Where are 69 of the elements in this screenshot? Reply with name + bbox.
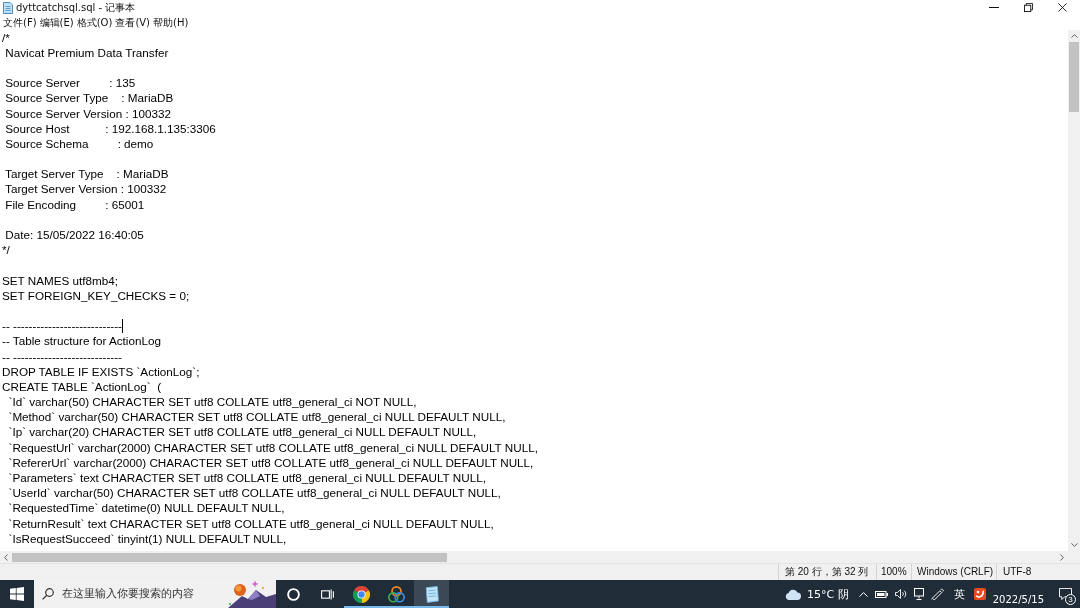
scrollbar-thumb[interactable] xyxy=(1069,42,1079,112)
minimize-icon xyxy=(989,7,999,8)
search-field[interactable]: 在这里输入你要搜索的内容 xyxy=(34,580,276,608)
rings-icon xyxy=(388,585,405,603)
menu-item[interactable]: 文件(F) xyxy=(2,16,38,29)
text-line: `ReturnResult` text CHARACTER SET utf8 COLLATE utf8_general_ci NULL DEFAULT NULL, xyxy=(7,516,494,531)
text-line: CREATE TABLE `ActionLog` ( xyxy=(2,379,162,394)
pen-icon[interactable] xyxy=(930,588,944,600)
text-line: `UserId` varchar(50) CHARACTER SET utf8 COLLATE utf8_general_ci NULL DEFAULT NULL, xyxy=(7,486,501,501)
date-button[interactable]: 2022/5/15 xyxy=(992,593,1044,606)
chevron-left-icon[interactable] xyxy=(4,553,8,561)
menu-item[interactable]: 编辑(E) xyxy=(38,16,75,29)
text-line: File Encoding : 65001 xyxy=(4,197,145,212)
text-line: Target Server Type : MariaDB xyxy=(4,167,169,182)
menu-item[interactable]: 帮助(H) xyxy=(152,16,190,29)
restore-icon xyxy=(1023,3,1033,12)
menu-item[interactable]: 查看(V) xyxy=(114,16,152,29)
vertical-scrollbar[interactable] xyxy=(1068,30,1080,551)
text-line: `RequestedTime` datetime(0) NULL DEFAULT NULL, xyxy=(7,501,285,516)
text-line: -- Table structure for ActionLog xyxy=(2,334,161,349)
text-line: -- ---------------------------- xyxy=(2,319,122,334)
search-placeholder: 在这里输入你要搜索的内容 xyxy=(62,587,194,601)
monitor-icon[interactable] xyxy=(913,588,924,600)
text-line: Source Server Type : MariaDB xyxy=(4,91,174,106)
scrollbar-thumb[interactable] xyxy=(12,552,447,562)
text-line: SET FOREIGN_KEY_CHECKS = 0; xyxy=(2,288,190,303)
cloud-icon xyxy=(785,588,802,600)
panes-icon xyxy=(320,588,334,600)
text-line: DROP TABLE IF EXISTS `ActionLog`; xyxy=(2,364,200,379)
input-language-button[interactable]: 英 xyxy=(953,586,965,602)
speech-bubble-icon xyxy=(1058,588,1072,600)
notepad-icon xyxy=(3,1,13,14)
window-title: dyttcatchsql.sql - 记事本 xyxy=(16,1,136,14)
text-line: `Ip` varchar(20) CHARACTER SET utf8 COLLATE utf8_general_ci NULL DEFAULT NULL, xyxy=(7,425,477,440)
chevron-down-icon[interactable] xyxy=(1070,543,1078,547)
taskbar-app-button[interactable] xyxy=(414,580,449,608)
four-panes-icon xyxy=(10,587,24,601)
text-line: Source Server : 135 xyxy=(4,76,136,91)
ring-icon xyxy=(286,587,300,601)
text-line: Navicat Premium Data Transfer xyxy=(4,45,169,60)
search-icon xyxy=(42,588,54,600)
text-line: -- ---------------------------- xyxy=(2,349,122,364)
notification-badge: 3 xyxy=(1065,594,1076,605)
swoosh-tile-icon[interactable] xyxy=(973,588,986,600)
text-line: `RefererUrl` varchar(2000) CHARACTER SET utf8 COLLATE utf8_general_ci NULL DEFAULT NULL, xyxy=(7,455,534,470)
speaker-icon[interactable] xyxy=(894,589,907,599)
text-line: `Method` varchar(50) CHARACTER SET utf8 COLLATE utf8_general_ci NULL DEFAULT NULL, xyxy=(7,410,506,425)
segmented-circle-icon xyxy=(353,585,370,603)
notification-button[interactable]: 3 xyxy=(1050,580,1080,608)
horizontal-scrollbar[interactable] xyxy=(0,551,1080,563)
notepad-icon xyxy=(423,585,440,603)
battery-icon[interactable] xyxy=(874,590,888,598)
weather-button[interactable]: 15°C 阴 xyxy=(785,586,849,602)
text-line: SET NAMES utf8mb4; xyxy=(2,273,119,288)
planet-mountain-icon xyxy=(226,580,276,608)
close-icon xyxy=(1058,3,1067,12)
menu-item[interactable]: 格式(O) xyxy=(75,16,114,29)
chevron-right-icon[interactable] xyxy=(1060,553,1064,561)
text-line: Target Server Version : 100332 xyxy=(4,182,167,197)
text-line: Source Server Version : 100332 xyxy=(4,106,171,121)
text-line: /* xyxy=(2,30,10,45)
text-line: `RequestUrl` varchar(2000) CHARACTER SET utf8 COLLATE utf8_general_ci NULL DEFAULT NULL, xyxy=(7,440,538,455)
text-line: `IsRequestSucceed` tinyint(1) NULL DEFAULT NULL, xyxy=(7,531,287,546)
text-line: Date: 15/05/2022 16:40:05 xyxy=(4,228,144,243)
text-line: `Id` varchar(50) CHARACTER SET utf8 COLLATE utf8_general_ci NOT NULL, xyxy=(7,395,417,410)
text-line: `Parameters` text CHARACTER SET utf8 COLLATE utf8_general_ci NULL DEFAULT NULL, xyxy=(7,471,486,486)
text-line: */ xyxy=(2,243,10,258)
text-line: Source Host : 192.168.1.135:3306 xyxy=(4,121,216,136)
text-line: Source Schema : demo xyxy=(4,136,154,151)
